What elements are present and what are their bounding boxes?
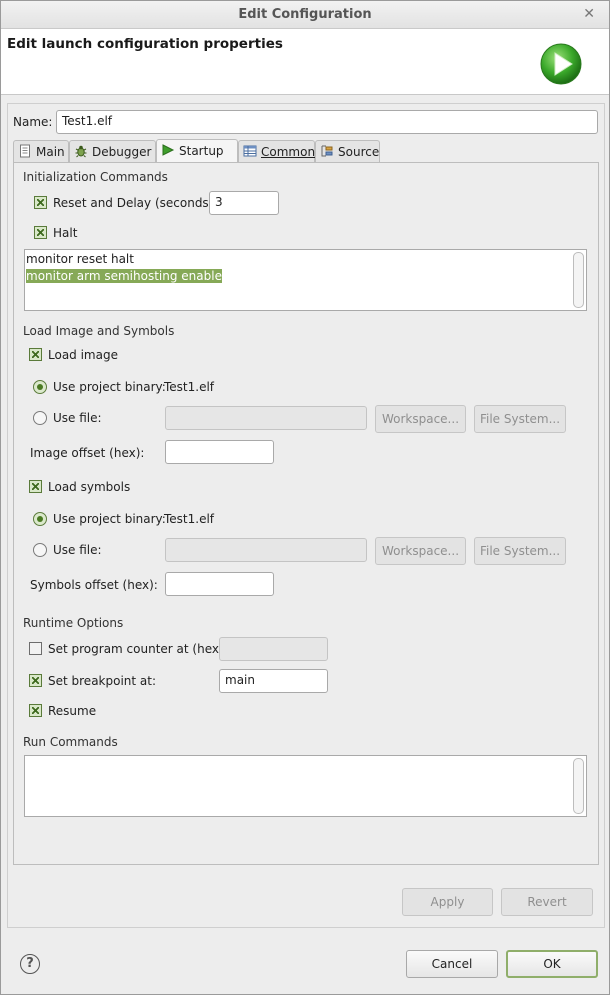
runtime-options-heading: Runtime Options: [23, 616, 124, 630]
tab-debugger[interactable]: Debugger: [69, 140, 156, 162]
set-pc-label: Set program counter at (hex):: [48, 642, 228, 656]
tab-common[interactable]: Common: [238, 140, 315, 162]
load-image-checkbox[interactable]: [29, 348, 42, 361]
init-commands-textarea[interactable]: monitor reset halt monitor arm semihosti…: [24, 249, 587, 311]
set-pc-input[interactable]: [219, 637, 328, 661]
symbols-use-file-radio[interactable]: [33, 543, 47, 557]
image-project-binary-value: Test1.elf: [164, 380, 215, 394]
run-commands-scrollbar[interactable]: [573, 758, 584, 814]
tab-source[interactable]: Source: [315, 140, 380, 162]
set-pc-checkbox[interactable]: [29, 642, 42, 655]
init-command-line-selected: monitor arm semihosting enable: [26, 269, 222, 283]
apply-button[interactable]: Apply: [402, 888, 493, 916]
symbols-use-project-binary-radio[interactable]: [33, 512, 47, 526]
set-breakpoint-label: Set breakpoint at:: [48, 674, 157, 688]
symbols-offset-input[interactable]: [165, 572, 274, 596]
load-symbols-label: Load symbols: [48, 480, 131, 494]
set-breakpoint-input[interactable]: main: [219, 669, 328, 693]
document-icon: [20, 144, 30, 158]
tab-debugger-label: Debugger: [92, 145, 152, 159]
tab-common-label: Common: [261, 145, 316, 159]
ok-button[interactable]: OK: [506, 950, 598, 978]
tab-main-label: Main: [36, 145, 65, 159]
run-launch-icon: [540, 43, 582, 85]
play-icon: [162, 144, 175, 156]
symbols-offset-label: Symbols offset (hex):: [30, 578, 158, 592]
image-use-project-binary-label: Use project binary:: [53, 380, 166, 394]
symbols-file-system-button[interactable]: File System...: [474, 537, 566, 565]
image-use-file-label: Use file:: [53, 411, 102, 425]
cancel-button[interactable]: Cancel: [406, 950, 498, 978]
window-title: Edit Configuration: [238, 7, 372, 22]
name-label: Name:: [13, 115, 53, 129]
load-symbols-checkbox[interactable]: [29, 480, 42, 493]
edit-configuration-dialog: Edit Configuration ✕ Edit launch configu…: [0, 0, 610, 995]
resume-checkbox[interactable]: [29, 704, 42, 717]
symbols-project-binary-value: Test1.elf: [164, 512, 215, 526]
image-workspace-button[interactable]: Workspace...: [375, 405, 466, 433]
init-command-line: monitor reset halt: [26, 252, 134, 266]
init-commands-scrollbar[interactable]: [573, 252, 584, 308]
image-file-input[interactable]: [165, 406, 367, 430]
tab-startup-label: Startup: [179, 144, 224, 158]
run-commands-heading: Run Commands: [23, 735, 118, 749]
set-breakpoint-checkbox[interactable]: [29, 674, 42, 687]
image-offset-input[interactable]: [165, 440, 274, 464]
reset-delay-input[interactable]: 3: [209, 191, 279, 215]
tab-bar: Main Debugger Startup Common Source: [13, 139, 599, 163]
bug-icon: [75, 145, 87, 158]
dialog-header: Edit launch configuration properties: [1, 29, 609, 95]
help-icon[interactable]: ?: [20, 954, 40, 974]
tab-main[interactable]: Main: [13, 140, 69, 162]
symbols-workspace-button[interactable]: Workspace...: [375, 537, 466, 565]
image-use-project-binary-radio[interactable]: [33, 380, 47, 394]
reset-delay-checkbox[interactable]: [34, 196, 47, 209]
halt-checkbox[interactable]: [34, 226, 47, 239]
reset-delay-label: Reset and Delay (seconds):: [53, 196, 218, 210]
source-lookup-icon: [321, 145, 333, 157]
halt-label: Halt: [53, 226, 78, 240]
symbols-use-file-label: Use file:: [53, 543, 102, 557]
header-title: Edit launch configuration properties: [7, 36, 283, 52]
image-use-file-radio[interactable]: [33, 411, 47, 425]
tab-source-label: Source: [338, 145, 380, 159]
load-image-symbols-heading: Load Image and Symbols: [23, 324, 175, 338]
revert-button[interactable]: Revert: [501, 888, 593, 916]
init-commands-heading: Initialization Commands: [23, 170, 168, 184]
load-image-label: Load image: [48, 348, 118, 362]
symbols-use-project-binary-label: Use project binary:: [53, 512, 166, 526]
resume-label: Resume: [48, 704, 97, 718]
run-commands-textarea[interactable]: [24, 755, 587, 817]
table-icon: [243, 145, 257, 157]
name-input[interactable]: Test1.elf: [56, 110, 598, 134]
image-file-system-button[interactable]: File System...: [474, 405, 566, 433]
close-icon[interactable]: ✕: [583, 6, 595, 22]
symbols-file-input[interactable]: [165, 538, 367, 562]
image-offset-label: Image offset (hex):: [30, 446, 145, 460]
tab-startup[interactable]: Startup: [156, 139, 238, 163]
title-bar: Edit Configuration ✕: [1, 1, 609, 29]
